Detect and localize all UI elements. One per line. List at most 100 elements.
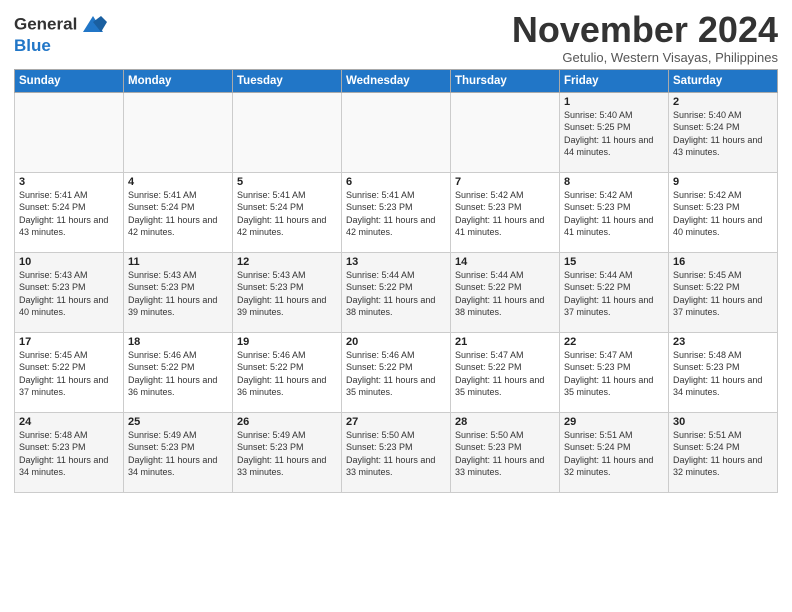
- day-header-monday: Monday: [124, 69, 233, 92]
- day-number: 24: [19, 416, 119, 428]
- calendar-cell: 15Sunrise: 5:44 AM Sunset: 5:22 PM Dayli…: [560, 252, 669, 332]
- day-info: Sunrise: 5:48 AM Sunset: 5:23 PM Dayligh…: [673, 349, 773, 399]
- day-header-thursday: Thursday: [451, 69, 560, 92]
- calendar-cell: 16Sunrise: 5:45 AM Sunset: 5:22 PM Dayli…: [669, 252, 778, 332]
- logo-icon: [79, 14, 107, 36]
- day-number: 17: [19, 336, 119, 348]
- day-header-sunday: Sunday: [15, 69, 124, 92]
- calendar-cell: 3Sunrise: 5:41 AM Sunset: 5:24 PM Daylig…: [15, 172, 124, 252]
- day-header-wednesday: Wednesday: [342, 69, 451, 92]
- day-info: Sunrise: 5:40 AM Sunset: 5:24 PM Dayligh…: [673, 109, 773, 159]
- calendar-cell: [342, 92, 451, 172]
- week-row-4: 24Sunrise: 5:48 AM Sunset: 5:23 PM Dayli…: [15, 412, 778, 492]
- day-number: 4: [128, 176, 228, 188]
- day-info: Sunrise: 5:40 AM Sunset: 5:25 PM Dayligh…: [564, 109, 664, 159]
- day-number: 12: [237, 256, 337, 268]
- day-number: 21: [455, 336, 555, 348]
- month-title: November 2024: [512, 10, 778, 50]
- title-block: November 2024 Getulio, Western Visayas, …: [512, 10, 778, 65]
- day-info: Sunrise: 5:41 AM Sunset: 5:24 PM Dayligh…: [237, 189, 337, 239]
- day-info: Sunrise: 5:42 AM Sunset: 5:23 PM Dayligh…: [564, 189, 664, 239]
- location: Getulio, Western Visayas, Philippines: [512, 50, 778, 65]
- day-number: 1: [564, 96, 664, 108]
- day-info: Sunrise: 5:44 AM Sunset: 5:22 PM Dayligh…: [455, 269, 555, 319]
- day-number: 10: [19, 256, 119, 268]
- day-info: Sunrise: 5:46 AM Sunset: 5:22 PM Dayligh…: [128, 349, 228, 399]
- day-number: 25: [128, 416, 228, 428]
- header: General Blue November 2024 Getulio, West…: [14, 10, 778, 65]
- day-info: Sunrise: 5:46 AM Sunset: 5:22 PM Dayligh…: [237, 349, 337, 399]
- calendar-cell: 21Sunrise: 5:47 AM Sunset: 5:22 PM Dayli…: [451, 332, 560, 412]
- day-info: Sunrise: 5:50 AM Sunset: 5:23 PM Dayligh…: [346, 429, 446, 479]
- day-info: Sunrise: 5:46 AM Sunset: 5:22 PM Dayligh…: [346, 349, 446, 399]
- day-number: 29: [564, 416, 664, 428]
- day-info: Sunrise: 5:42 AM Sunset: 5:23 PM Dayligh…: [673, 189, 773, 239]
- day-number: 6: [346, 176, 446, 188]
- day-info: Sunrise: 5:50 AM Sunset: 5:23 PM Dayligh…: [455, 429, 555, 479]
- day-number: 20: [346, 336, 446, 348]
- day-number: 8: [564, 176, 664, 188]
- day-header-friday: Friday: [560, 69, 669, 92]
- day-info: Sunrise: 5:49 AM Sunset: 5:23 PM Dayligh…: [237, 429, 337, 479]
- day-number: 7: [455, 176, 555, 188]
- day-info: Sunrise: 5:44 AM Sunset: 5:22 PM Dayligh…: [564, 269, 664, 319]
- day-number: 26: [237, 416, 337, 428]
- calendar-cell: [451, 92, 560, 172]
- day-info: Sunrise: 5:45 AM Sunset: 5:22 PM Dayligh…: [673, 269, 773, 319]
- day-number: 2: [673, 96, 773, 108]
- day-info: Sunrise: 5:41 AM Sunset: 5:24 PM Dayligh…: [19, 189, 119, 239]
- day-info: Sunrise: 5:51 AM Sunset: 5:24 PM Dayligh…: [673, 429, 773, 479]
- calendar-cell: 20Sunrise: 5:46 AM Sunset: 5:22 PM Dayli…: [342, 332, 451, 412]
- day-number: 15: [564, 256, 664, 268]
- calendar-cell: 22Sunrise: 5:47 AM Sunset: 5:23 PM Dayli…: [560, 332, 669, 412]
- calendar-cell: 13Sunrise: 5:44 AM Sunset: 5:22 PM Dayli…: [342, 252, 451, 332]
- calendar-cell: 14Sunrise: 5:44 AM Sunset: 5:22 PM Dayli…: [451, 252, 560, 332]
- calendar-cell: 17Sunrise: 5:45 AM Sunset: 5:22 PM Dayli…: [15, 332, 124, 412]
- calendar-cell: 30Sunrise: 5:51 AM Sunset: 5:24 PM Dayli…: [669, 412, 778, 492]
- day-number: 14: [455, 256, 555, 268]
- day-info: Sunrise: 5:41 AM Sunset: 5:23 PM Dayligh…: [346, 189, 446, 239]
- day-number: 23: [673, 336, 773, 348]
- calendar-cell: 28Sunrise: 5:50 AM Sunset: 5:23 PM Dayli…: [451, 412, 560, 492]
- day-number: 11: [128, 256, 228, 268]
- day-info: Sunrise: 5:51 AM Sunset: 5:24 PM Dayligh…: [564, 429, 664, 479]
- day-number: 9: [673, 176, 773, 188]
- calendar-cell: 23Sunrise: 5:48 AM Sunset: 5:23 PM Dayli…: [669, 332, 778, 412]
- day-info: Sunrise: 5:48 AM Sunset: 5:23 PM Dayligh…: [19, 429, 119, 479]
- day-info: Sunrise: 5:43 AM Sunset: 5:23 PM Dayligh…: [19, 269, 119, 319]
- header-row: SundayMondayTuesdayWednesdayThursdayFrid…: [15, 69, 778, 92]
- logo-blue: Blue: [14, 36, 107, 56]
- week-row-1: 3Sunrise: 5:41 AM Sunset: 5:24 PM Daylig…: [15, 172, 778, 252]
- calendar-cell: 25Sunrise: 5:49 AM Sunset: 5:23 PM Dayli…: [124, 412, 233, 492]
- day-info: Sunrise: 5:43 AM Sunset: 5:23 PM Dayligh…: [128, 269, 228, 319]
- calendar-table: SundayMondayTuesdayWednesdayThursdayFrid…: [14, 69, 778, 493]
- day-number: 30: [673, 416, 773, 428]
- day-number: 16: [673, 256, 773, 268]
- main-container: General Blue November 2024 Getulio, West…: [0, 0, 792, 499]
- calendar-cell: 4Sunrise: 5:41 AM Sunset: 5:24 PM Daylig…: [124, 172, 233, 252]
- logo: General Blue: [14, 14, 107, 56]
- day-number: 19: [237, 336, 337, 348]
- calendar-cell: 24Sunrise: 5:48 AM Sunset: 5:23 PM Dayli…: [15, 412, 124, 492]
- calendar-cell: 12Sunrise: 5:43 AM Sunset: 5:23 PM Dayli…: [233, 252, 342, 332]
- calendar-cell: 7Sunrise: 5:42 AM Sunset: 5:23 PM Daylig…: [451, 172, 560, 252]
- day-number: 3: [19, 176, 119, 188]
- day-number: 5: [237, 176, 337, 188]
- day-info: Sunrise: 5:47 AM Sunset: 5:23 PM Dayligh…: [564, 349, 664, 399]
- calendar-cell: 19Sunrise: 5:46 AM Sunset: 5:22 PM Dayli…: [233, 332, 342, 412]
- calendar-cell: 2Sunrise: 5:40 AM Sunset: 5:24 PM Daylig…: [669, 92, 778, 172]
- calendar-cell: 9Sunrise: 5:42 AM Sunset: 5:23 PM Daylig…: [669, 172, 778, 252]
- week-row-0: 1Sunrise: 5:40 AM Sunset: 5:25 PM Daylig…: [15, 92, 778, 172]
- day-number: 27: [346, 416, 446, 428]
- week-row-2: 10Sunrise: 5:43 AM Sunset: 5:23 PM Dayli…: [15, 252, 778, 332]
- calendar-cell: [15, 92, 124, 172]
- day-number: 18: [128, 336, 228, 348]
- day-info: Sunrise: 5:41 AM Sunset: 5:24 PM Dayligh…: [128, 189, 228, 239]
- day-number: 28: [455, 416, 555, 428]
- calendar-cell: 18Sunrise: 5:46 AM Sunset: 5:22 PM Dayli…: [124, 332, 233, 412]
- day-info: Sunrise: 5:43 AM Sunset: 5:23 PM Dayligh…: [237, 269, 337, 319]
- calendar-cell: 10Sunrise: 5:43 AM Sunset: 5:23 PM Dayli…: [15, 252, 124, 332]
- calendar-cell: 29Sunrise: 5:51 AM Sunset: 5:24 PM Dayli…: [560, 412, 669, 492]
- day-info: Sunrise: 5:42 AM Sunset: 5:23 PM Dayligh…: [455, 189, 555, 239]
- day-number: 13: [346, 256, 446, 268]
